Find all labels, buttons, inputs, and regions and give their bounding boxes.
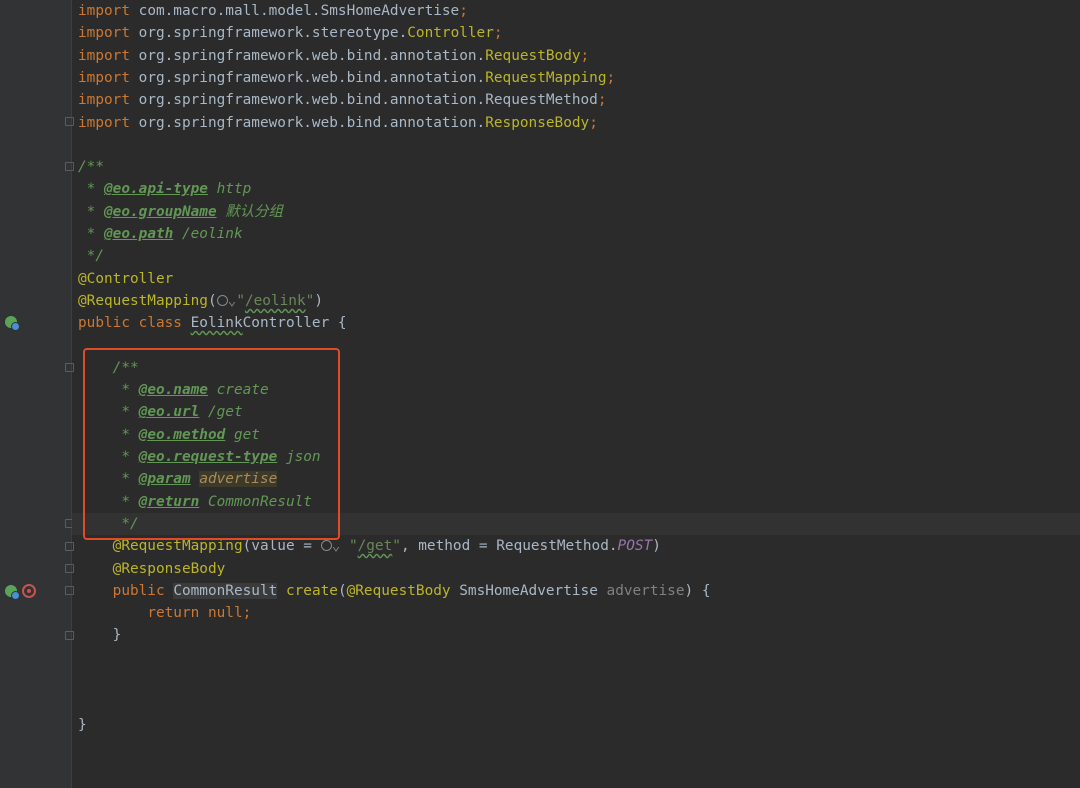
- code-line[interactable]: public CommonResult create(@RequestBody …: [78, 580, 711, 602]
- code-token: (: [337, 582, 347, 599]
- code-line[interactable]: @ResponseBody: [78, 558, 226, 580]
- highlight-annotation-box: [83, 348, 340, 540]
- code-line[interactable]: import com.macro.mall.model.SmsHomeAdver…: [78, 0, 468, 22]
- code-token: advertise: [606, 582, 685, 599]
- code-token: *: [78, 226, 104, 242]
- code-token: /eolink: [173, 226, 243, 242]
- code-line[interactable]: @RequestMapping(⌄"/eolink"): [78, 290, 323, 312]
- code-token: org.springframework.web.bind.annotation.…: [138, 92, 598, 109]
- code-token: @eo.path: [104, 226, 174, 242]
- code-token: create: [285, 582, 338, 599]
- code-token: ;: [606, 69, 616, 86]
- code-token: ": [236, 292, 245, 309]
- code-line[interactable]: public class EolinkController {: [78, 312, 347, 334]
- code-token: org.springframework.web.bind.annotation.: [138, 47, 486, 64]
- code-token: CommonResult: [173, 582, 278, 599]
- code-line[interactable]: import org.springframework.stereotype.Co…: [78, 22, 503, 44]
- code-token: @Controller: [78, 270, 174, 287]
- code-token: *: [78, 203, 104, 220]
- code-token: ;: [242, 605, 252, 622]
- code-token: 默认分组: [216, 203, 283, 220]
- globe-icon[interactable]: [216, 294, 228, 306]
- code-token: org.springframework.stereotype.: [138, 25, 408, 42]
- code-token: ): [652, 538, 661, 555]
- code-token: ) {: [684, 582, 711, 599]
- code-token: ⌄: [227, 292, 237, 309]
- code-line[interactable]: /**: [78, 156, 104, 178]
- code-token: }: [78, 627, 122, 644]
- globe-icon[interactable]: [320, 540, 332, 552]
- code-token: }: [78, 716, 87, 733]
- code-line[interactable]: @Controller: [78, 268, 173, 290]
- code-token: @RequestMapping: [112, 538, 243, 555]
- code-token: ": [305, 292, 315, 309]
- spring-bean-icon[interactable]: [5, 316, 20, 331]
- code-token: ": [392, 538, 401, 555]
- request-mapping-target-icon[interactable]: [22, 584, 36, 598]
- code-line[interactable]: * @eo.path /eolink: [78, 223, 243, 245]
- code-token: Controller {: [242, 315, 347, 332]
- code-token: @RequestBody: [346, 582, 451, 599]
- code-line[interactable]: import org.springframework.web.bind.anno…: [78, 89, 607, 111]
- code-token: @ResponseBody: [112, 560, 226, 577]
- code-token: RequestMapping: [485, 69, 607, 86]
- code-token: public: [78, 315, 139, 332]
- code-token: /eolink: [244, 292, 306, 309]
- code-token: POST: [617, 538, 653, 555]
- code-line[interactable]: * @eo.groupName 默认分组: [78, 201, 283, 223]
- code-token: ;: [493, 25, 503, 42]
- code-token: import: [78, 92, 139, 109]
- code-line[interactable]: }: [78, 624, 122, 646]
- code-token: /**: [78, 159, 104, 176]
- code-token: Eolink: [190, 315, 243, 332]
- code-token: import: [78, 47, 139, 64]
- code-token: import: [78, 3, 139, 19]
- code-token: @eo.groupName: [104, 203, 217, 220]
- code-token: @eo.api-type: [104, 181, 208, 198]
- code-token: /get: [357, 538, 393, 555]
- code-token: import: [78, 25, 139, 42]
- code-token: return: [147, 605, 208, 622]
- code-token: *: [78, 181, 104, 198]
- code-token: com.macro.mall.model.SmsHomeAdvertise: [138, 3, 460, 19]
- code-token: Controller: [407, 25, 494, 42]
- code-token: , method = RequestMethod.: [400, 538, 618, 555]
- code-token: public: [112, 582, 174, 599]
- code-token: import: [78, 114, 139, 131]
- code-token: SmsHomeAdvertise: [450, 582, 607, 599]
- code-token: (value =: [242, 538, 321, 555]
- code-token: class: [138, 315, 191, 332]
- editor-gutter: [0, 0, 71, 788]
- code-token: ;: [597, 92, 607, 109]
- code-line[interactable]: */: [78, 245, 104, 267]
- code-line[interactable]: import org.springframework.web.bind.anno…: [78, 45, 589, 67]
- spring-bean-icon[interactable]: [5, 585, 20, 600]
- code-token: ;: [580, 47, 590, 64]
- code-token: http: [207, 181, 252, 198]
- code-token: (: [207, 292, 217, 309]
- code-line[interactable]: * @eo.api-type http: [78, 178, 252, 200]
- code-token: ResponseBody: [485, 114, 590, 131]
- code-token: RequestBody: [485, 47, 581, 64]
- code-line[interactable]: import org.springframework.web.bind.anno…: [78, 112, 598, 134]
- code-token: import: [78, 69, 139, 86]
- code-token: org.springframework.web.bind.annotation.: [138, 114, 486, 131]
- code-token: ;: [459, 3, 468, 19]
- code-token: */: [78, 248, 104, 265]
- code-line[interactable]: import org.springframework.web.bind.anno…: [78, 67, 615, 89]
- code-token: ;: [589, 114, 598, 131]
- code-token: ⌄: [331, 538, 349, 555]
- code-token: null: [207, 605, 243, 622]
- code-line[interactable]: }: [78, 714, 87, 736]
- code-line[interactable]: return null;: [78, 602, 251, 624]
- code-token: ": [348, 538, 358, 555]
- code-token: ): [314, 292, 323, 309]
- code-token: @RequestMapping: [78, 292, 208, 309]
- code-token: org.springframework.web.bind.annotation.: [138, 69, 486, 86]
